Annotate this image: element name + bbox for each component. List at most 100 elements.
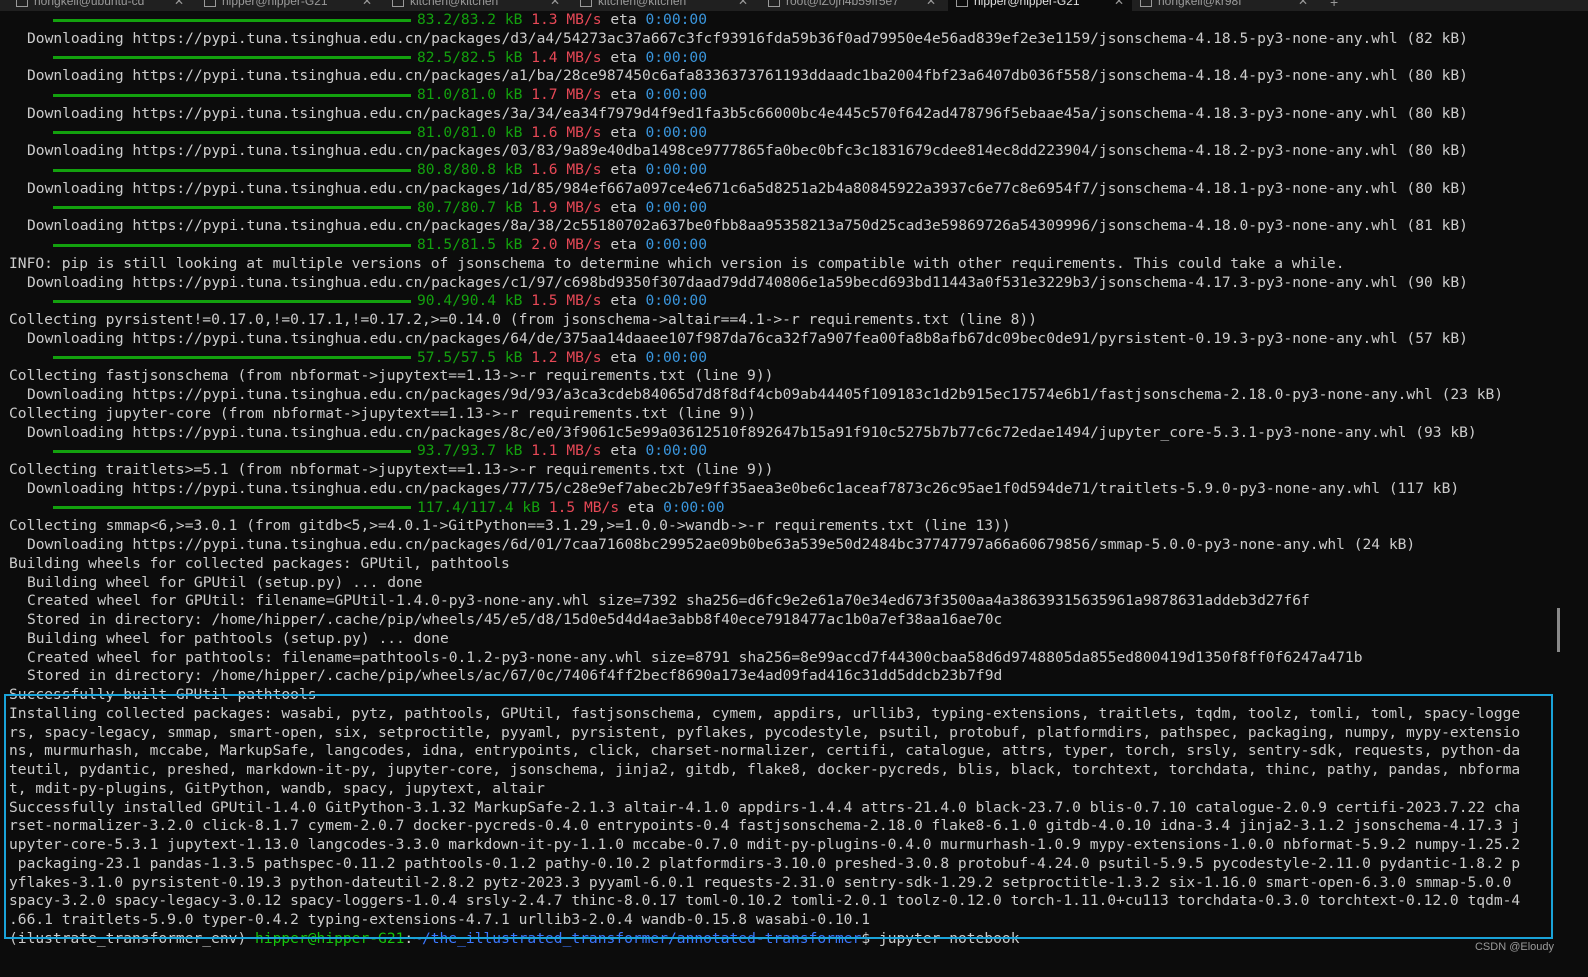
tab-label: hongkeli@ubuntu-cd xyxy=(34,0,145,8)
download-speed: 1.9 MB/s xyxy=(531,198,602,216)
eta-label: eta xyxy=(627,498,655,516)
close-icon[interactable]: ✕ xyxy=(738,0,748,8)
download-size: 90.4/90.4 kB xyxy=(417,292,523,310)
output-line: Collecting pyrsistent!=0.17.0,!=0.17.1,!… xyxy=(9,311,1037,328)
download-line: Downloading https://pypi.tuna.tsinghua.e… xyxy=(27,29,1468,47)
download-line: Building wheel for GPUtil (setup.py) ...… xyxy=(27,573,423,591)
download-speed: 1.6 MB/s xyxy=(531,161,602,178)
terminal-tab[interactable]: root@iZ0jri4b59fr5e7 ✕ xyxy=(760,0,944,11)
command-input[interactable]: jupyter notebook xyxy=(879,930,1020,947)
eta-value: 0:00:00 xyxy=(645,236,707,253)
terminal-output[interactable]: 83.2/83.2 kB 1.3 MB/s eta 0:00:00 Downloa… xyxy=(9,11,1561,949)
eta-value: 0:00:00 xyxy=(645,86,707,103)
progress-line: 83.2/83.2 kB 1.3 MB/s eta 0:00:00 xyxy=(9,11,1561,30)
progress-bar xyxy=(53,299,411,303)
terminal-icon xyxy=(204,0,216,7)
progress-line: 81.5/81.5 kB 2.0 MB/s eta 0:00:00 xyxy=(9,236,1561,255)
eta-label: eta xyxy=(610,198,637,216)
progress-line: 90.4/90.4 kB 1.5 MB/s eta 0:00:00 xyxy=(9,292,1561,311)
terminal-tab[interactable]: hipper@hipper-G21 ✕ xyxy=(948,0,1132,11)
eta-value: 0:00:00 xyxy=(663,498,725,516)
download-speed: 1.6 MB/s xyxy=(531,123,602,141)
output-line: Collecting jupyter-core (from nbformat->… xyxy=(9,404,756,422)
download-speed: 1.1 MB/s xyxy=(531,442,602,460)
output-line: ns, murmurhash, mccabe, MarkupSafe, lang… xyxy=(9,742,1521,760)
scrollbar-thumb[interactable] xyxy=(1557,608,1560,652)
watermark: CSDN @Eloudy xyxy=(1474,941,1554,953)
progress-line: 93.7/93.7 kB 1.1 MB/s eta 0:00:00 xyxy=(9,442,1561,461)
progress-bar xyxy=(53,506,411,509)
eta-value: 0:00:00 xyxy=(645,11,707,28)
output-line: rset-normalizer-3.2.0 click-8.1.7 cymem-… xyxy=(9,817,1521,835)
tab-label: kitchen@kitchen xyxy=(598,0,687,8)
prompt-symbol: $ xyxy=(861,929,871,947)
terminal-tab[interactable]: hongkeli@kr98f ✕ xyxy=(1132,0,1316,11)
output-line: teutil, pydantic, preshed, markdown-it-p… xyxy=(9,761,1521,778)
terminal-tab[interactable]: kitchen@kitchen ✕ xyxy=(572,0,756,11)
download-speed: 2.0 MB/s xyxy=(531,236,602,253)
download-size: 93.7/93.7 kB xyxy=(417,442,523,460)
eta-label: eta xyxy=(610,348,637,366)
download-speed: 1.3 MB/s xyxy=(531,11,602,28)
close-icon[interactable]: ✕ xyxy=(1114,0,1124,8)
close-icon[interactable]: ✕ xyxy=(926,0,936,8)
tab-label: hipper@hipper-G21 xyxy=(222,0,328,8)
progress-bar xyxy=(53,449,411,453)
output-line: upyter-core-5.3.1 jupytext-1.13.0 langco… xyxy=(9,836,1521,853)
prompt-separator: : xyxy=(404,929,414,947)
download-size: 57.5/57.5 kB xyxy=(417,348,523,366)
output-line: Installing collected packages: wasabi, p… xyxy=(9,704,1521,722)
download-speed: 1.2 MB/s xyxy=(531,348,602,366)
download-size: 80.8/80.8 kB xyxy=(417,161,523,178)
terminal-tab[interactable]: hongkeli@ubuntu-cd ✕ xyxy=(8,0,192,11)
eta-value: 0:00:00 xyxy=(645,292,707,310)
close-icon[interactable]: ✕ xyxy=(174,0,184,8)
output-line: .66.1 traitlets-5.9.0 typer-0.4.2 typing… xyxy=(9,911,871,928)
download-line: Stored in directory: /home/hipper/.cache… xyxy=(27,667,1003,685)
eta-value: 0:00:00 xyxy=(645,348,707,366)
tab-label: hipper@hipper-G21 xyxy=(974,0,1080,8)
eta-label: eta xyxy=(610,123,637,141)
progress-line: 57.5/57.5 kB 1.2 MB/s eta 0:00:00 xyxy=(9,349,1561,368)
tab-label: root@iZ0jri4b59fr5e7 xyxy=(786,0,899,8)
output-line: Collecting fastjsonschema (from nbformat… xyxy=(9,367,774,385)
download-line: Downloading https://pypi.tuna.tsinghua.e… xyxy=(27,329,1468,347)
eta-label: eta xyxy=(610,11,637,28)
eta-label: eta xyxy=(610,292,637,310)
output-line: rs, spacy-legacy, smmap, smart-open, six… xyxy=(9,723,1521,741)
download-size: 117.4/117.4 kB xyxy=(417,498,541,516)
close-icon[interactable]: ✕ xyxy=(1298,0,1308,8)
progress-bar xyxy=(53,56,411,59)
progress-bar xyxy=(53,356,411,359)
download-line: Created wheel for pathtools: filename=pa… xyxy=(27,648,1363,666)
terminal-tab[interactable]: hipper@hipper-G21 ✕ xyxy=(196,0,380,11)
progress-bar xyxy=(53,206,411,209)
terminal-tab[interactable]: kitchen@kitchen ✕ xyxy=(384,0,568,11)
eta-value: 0:00:00 xyxy=(645,161,707,178)
close-icon[interactable]: ✕ xyxy=(362,0,372,8)
terminal-icon xyxy=(1140,0,1152,7)
progress-line: 82.5/82.5 kB 1.4 MB/s eta 0:00:00 xyxy=(9,49,1561,68)
progress-line: 81.0/81.0 kB 1.6 MB/s eta 0:00:00 xyxy=(9,124,1561,143)
eta-value: 0:00:00 xyxy=(645,442,707,460)
eta-label: eta xyxy=(610,161,637,178)
progress-line: 81.0/81.0 kB 1.7 MB/s eta 0:00:00 xyxy=(9,86,1561,105)
prompt-path: ~/the_illustrated_transformer/annotated-… xyxy=(413,929,862,947)
command-prompt[interactable]: (ilustrate_transformer_env) hipper@hippe… xyxy=(9,930,1561,949)
output-line: Collecting traitlets>=5.1 (from nbformat… xyxy=(9,461,774,478)
download-size: 82.5/82.5 kB xyxy=(417,48,523,66)
eta-value: 0:00:00 xyxy=(645,123,707,141)
eta-label: eta xyxy=(610,236,637,253)
download-line: Downloading https://pypi.tuna.tsinghua.e… xyxy=(27,386,1504,403)
progress-bar xyxy=(53,18,411,22)
output-line: Successfully installed GPUtil-1.4.0 GitP… xyxy=(9,798,1521,816)
close-icon[interactable]: ✕ xyxy=(550,0,560,8)
output-line: t, mdit-py-plugins, GitPython, wandb, sp… xyxy=(9,779,545,797)
new-tab-button[interactable]: + xyxy=(1330,0,1338,10)
download-size: 81.5/81.5 kB xyxy=(417,236,523,253)
progress-line: 80.7/80.7 kB 1.9 MB/s eta 0:00:00 xyxy=(9,199,1561,218)
download-speed: 1.7 MB/s xyxy=(531,86,602,103)
output-line: Building wheels for collected packages: … xyxy=(9,554,510,572)
prompt-user-host: hipper@hipper-G21 xyxy=(255,929,405,947)
terminal-icon xyxy=(768,0,780,7)
